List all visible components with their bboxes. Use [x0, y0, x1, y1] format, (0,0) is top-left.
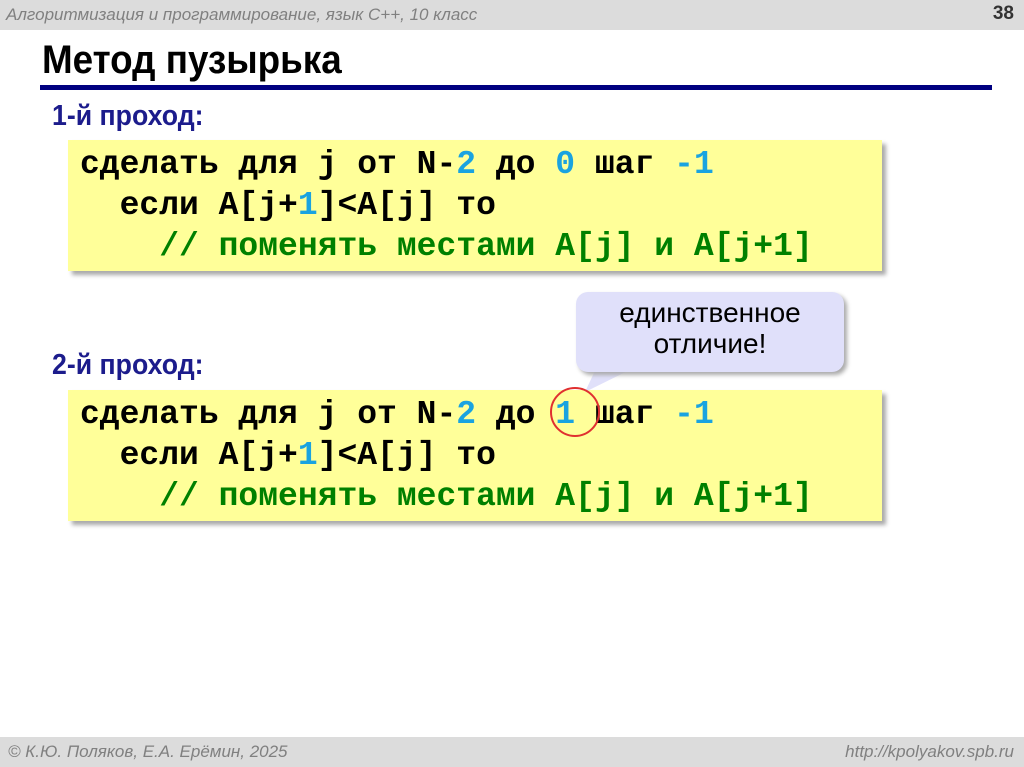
callout-bubble: единственное отличие!: [576, 292, 844, 372]
callout-line-2: отличие!: [653, 328, 767, 359]
website-link[interactable]: http://kpolyakov.spb.ru: [845, 742, 1014, 762]
highlight-circle: [550, 387, 600, 437]
callout-pointer: [585, 360, 650, 392]
slide-footer: © К.Ю. Поляков, Е.А. Ерёмин, 2025 http:/…: [0, 737, 1024, 767]
callout-line-1: единственное: [619, 297, 801, 328]
copyright: © К.Ю. Поляков, Е.А. Ерёмин, 2025: [8, 742, 288, 761]
